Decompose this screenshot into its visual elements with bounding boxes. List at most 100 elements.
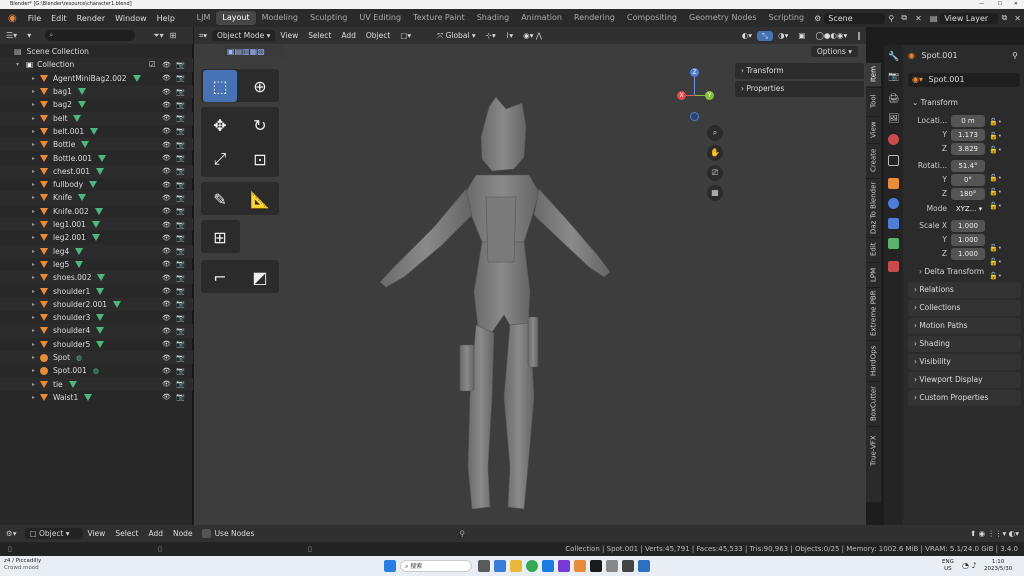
expand-arrow-icon[interactable]: ▸ xyxy=(32,381,38,388)
tab-compositing[interactable]: Compositing xyxy=(621,11,683,25)
props-section-header[interactable]: › Visibility xyxy=(908,354,1021,370)
expand-arrow-icon[interactable]: ▸ xyxy=(32,194,38,201)
visibility-eye-icon[interactable]: 👁 xyxy=(162,127,171,135)
npanel-tab[interactable]: HardOps xyxy=(866,340,881,380)
snap-icon[interactable]: ⌇▾ xyxy=(501,31,518,40)
render-camera-icon[interactable]: 📷 xyxy=(176,340,185,348)
render-camera-icon[interactable]: 📷 xyxy=(176,74,185,82)
props-section-header[interactable]: › Relations xyxy=(908,282,1021,298)
visibility-eye-icon[interactable]: 👁 xyxy=(162,88,171,96)
props-section-header[interactable]: › Viewport Display xyxy=(908,372,1021,388)
taskbar-notification[interactable]: z4 / Piccadilly Crowd mood xyxy=(4,558,84,574)
visibility-eye-icon[interactable]: 👁 xyxy=(162,194,171,202)
visibility-eye-icon[interactable]: 👁 xyxy=(162,380,171,388)
outliner-item[interactable]: ▸ shoulder3 👁 📷 xyxy=(0,311,193,324)
view-layer-props-icon[interactable]: 🖼 xyxy=(888,114,899,125)
taskbar-blender-icon[interactable] xyxy=(574,560,586,572)
outliner-item[interactable]: ▸ Bottle.001 👁 📷 xyxy=(0,151,193,164)
expand-arrow-icon[interactable]: ▸ xyxy=(32,88,38,95)
node-snap-icon[interactable]: ⬆ ◉ ⋮⋮▾ ◐▾ xyxy=(965,529,1024,538)
node-object-dropdown[interactable]: ▢ Object ▾ xyxy=(24,528,83,539)
node-menu-add[interactable]: Add xyxy=(143,529,168,538)
app-gray-icon[interactable] xyxy=(606,560,618,572)
visibility-eye-icon[interactable]: 👁 xyxy=(162,114,171,122)
outliner-item[interactable]: ▸ fullbody 👁 📷 xyxy=(0,178,193,191)
new-view-layer-icon[interactable]: ⧉ xyxy=(998,13,1012,23)
mesh-data-icon[interactable] xyxy=(113,300,122,308)
render-camera-icon[interactable]: 📷 xyxy=(176,260,185,268)
vp-menu-add[interactable]: Add xyxy=(336,31,361,40)
tab-modeling[interactable]: Modeling xyxy=(256,11,304,25)
expand-arrow-icon[interactable]: ▸ xyxy=(32,221,38,228)
vp-menu-view[interactable]: View xyxy=(275,31,303,40)
visibility-icon[interactable]: ◐▾ xyxy=(737,31,757,40)
tab-uv-editing[interactable]: UV Editing xyxy=(353,11,407,25)
render-camera-icon[interactable]: 📷 xyxy=(176,114,185,122)
expand-arrow-icon[interactable]: ▸ xyxy=(32,274,38,281)
view-layer-field[interactable]: View Layer xyxy=(940,12,998,24)
expand-arrow-icon[interactable]: ▸ xyxy=(32,168,38,175)
annotate-tool-icon[interactable]: ✎ xyxy=(203,183,237,215)
expand-arrow-icon[interactable]: ▸ xyxy=(32,128,38,135)
character-model[interactable] xyxy=(364,97,624,517)
render-camera-icon[interactable]: 📷 xyxy=(176,154,185,162)
render-camera-icon[interactable]: 📷 xyxy=(176,354,185,362)
tab-layout[interactable]: Layout xyxy=(216,11,256,25)
expand-arrow-icon[interactable]: ▸ xyxy=(32,181,38,188)
scene-props-icon[interactable] xyxy=(888,134,899,145)
mode-dropdown[interactable]: Object Mode ▾ xyxy=(212,30,276,41)
outliner-item[interactable]: ▸ Waist1 👁 📷 xyxy=(0,391,193,404)
gizmo-neg-z[interactable] xyxy=(690,112,699,121)
scale-z-field[interactable]: 1.000 xyxy=(951,248,985,260)
camera-view-icon[interactable]: ⎚ xyxy=(707,165,723,181)
light-data-icon[interactable]: ◍ xyxy=(76,354,82,362)
outliner-item[interactable]: ▸ tie 👁 📷 xyxy=(0,377,193,391)
props-section-header[interactable]: › Collections xyxy=(908,300,1021,316)
light-data-icon[interactable]: ◍ xyxy=(93,367,99,375)
outliner-item[interactable]: ▸ bag2 👁 📷 xyxy=(0,98,193,111)
system-tray-icons[interactable]: ◔ ♪ xyxy=(962,561,977,570)
render-camera-icon[interactable]: 📷 xyxy=(176,141,185,149)
outliner-item[interactable]: ▸ Knife 👁 📷 xyxy=(0,191,193,205)
delete-scene-icon[interactable]: ✕ xyxy=(910,14,927,23)
outliner-item[interactable]: ▸ Spot ◍ 👁 📷 xyxy=(0,350,193,365)
render-camera-icon[interactable]: 📷 xyxy=(176,194,185,202)
visibility-eye-icon[interactable]: 👁 xyxy=(162,393,171,401)
data-props-icon[interactable] xyxy=(888,238,899,249)
edge-icon[interactable] xyxy=(542,560,554,572)
tab-texture-paint[interactable]: Texture Paint xyxy=(407,11,471,25)
mesh-data-icon[interactable] xyxy=(94,207,103,215)
navigation-gizmo[interactable]: Z X Y xyxy=(670,65,720,125)
outliner-item[interactable]: ▸ shoulder2.001 👁 📷 xyxy=(0,297,193,311)
task-view-icon[interactable] xyxy=(478,560,490,572)
gizmo-toggle-icon[interactable]: ⤡ xyxy=(757,30,774,41)
outliner-item[interactable]: ▸ leg4 👁 📷 xyxy=(0,244,193,258)
menu-help[interactable]: Help xyxy=(152,14,180,23)
tab-shading[interactable]: Shading xyxy=(471,11,516,25)
chrome-icon[interactable] xyxy=(526,560,538,572)
pan-hand-icon[interactable]: ✋ xyxy=(707,145,723,161)
render-camera-icon[interactable]: 📷 xyxy=(176,167,185,175)
outliner-item[interactable]: ▸ belt.001 👁 📷 xyxy=(0,125,193,138)
render-camera-icon[interactable]: 📷 xyxy=(176,127,185,135)
render-camera-icon[interactable]: 📷 xyxy=(176,274,185,282)
mesh-data-icon[interactable] xyxy=(91,221,100,229)
props-section-header[interactable]: › Shading xyxy=(908,336,1021,352)
outliner-item[interactable]: ▸ belt 👁 📷 xyxy=(0,111,193,125)
npanel-tab[interactable]: Edit xyxy=(866,237,881,261)
expand-arrow-icon[interactable]: ▸ xyxy=(32,115,38,122)
delete-view-layer-icon[interactable]: ✕ xyxy=(1011,14,1024,23)
expand-arrow-icon[interactable]: ▸ xyxy=(32,248,38,255)
select-box-tool-icon[interactable]: ⬚ xyxy=(203,70,237,102)
visibility-eye-icon[interactable]: 👁 xyxy=(162,247,171,255)
maximize-icon[interactable]: ☐ xyxy=(998,0,1002,9)
tool-props-icon[interactable]: 🔧 xyxy=(888,52,899,63)
expand-arrow-icon[interactable]: ▸ xyxy=(32,288,38,295)
new-collection-icon[interactable]: ⊞ xyxy=(168,31,179,40)
constraints-props-icon[interactable] xyxy=(888,218,899,229)
location-x-field[interactable]: 0 m xyxy=(951,115,985,127)
outliner-search-input[interactable]: ⌕ xyxy=(45,30,136,41)
pin-icon[interactable]: ⚲ xyxy=(885,14,899,23)
expand-arrow-icon[interactable]: ▸ xyxy=(32,261,38,268)
outliner-item[interactable]: ▸ leg2.001 👁 📷 xyxy=(0,231,193,244)
